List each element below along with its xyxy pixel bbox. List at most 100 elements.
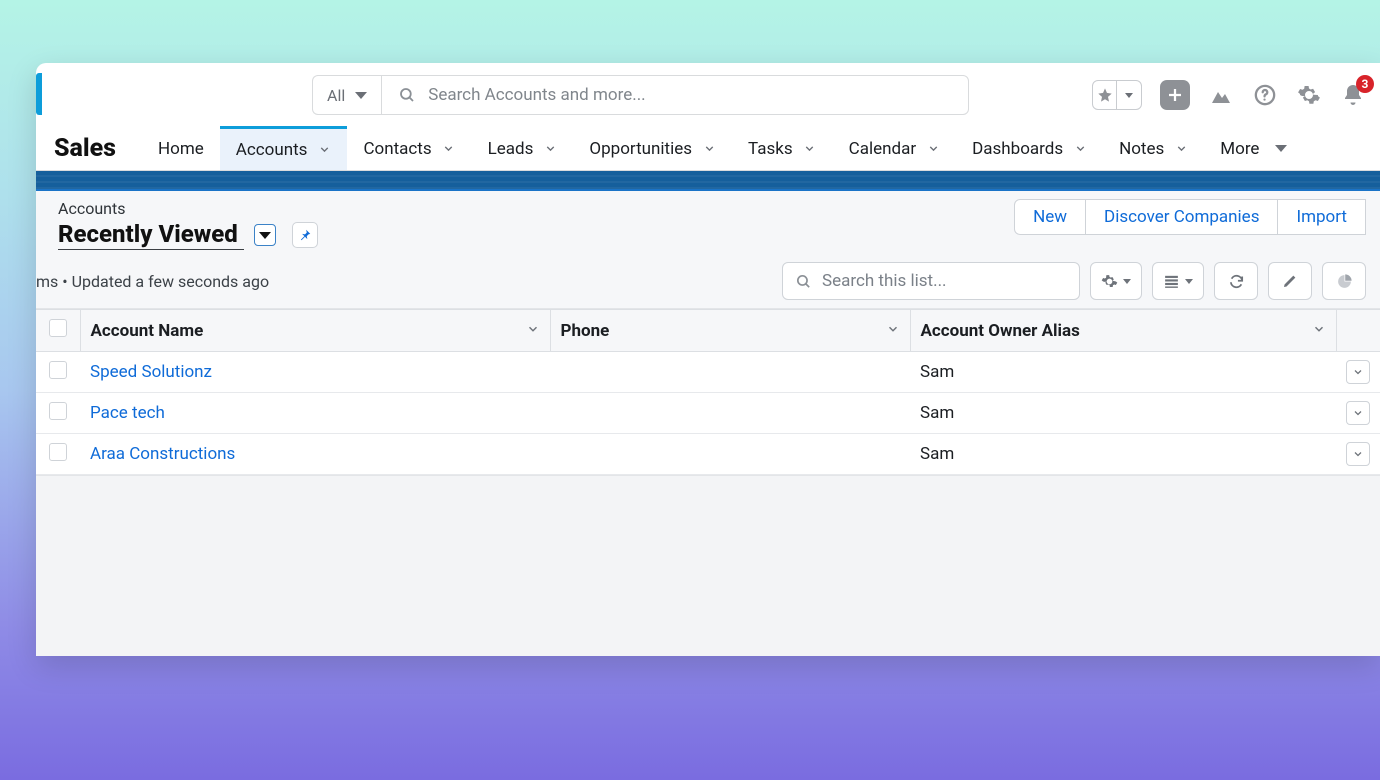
object-nav: Sales HomeAccountsContactsLeadsOpportuni… xyxy=(36,127,1380,171)
nav-tab-label: Tasks xyxy=(748,139,793,159)
col-label: Account Owner Alias xyxy=(921,321,1080,341)
account-link[interactable]: Speed Solutionz xyxy=(90,362,212,382)
pie-chart-icon xyxy=(1336,273,1353,290)
row-actions[interactable] xyxy=(1336,352,1380,393)
account-link[interactable]: Araa Constructions xyxy=(90,444,235,464)
col-phone[interactable]: Phone xyxy=(550,310,910,352)
row-actions[interactable] xyxy=(1336,434,1380,475)
list-view-name[interactable]: Recently Viewed xyxy=(58,220,244,250)
list-search-placeholder: Search this list... xyxy=(822,271,947,291)
nav-tab-label: Accounts xyxy=(236,140,308,160)
nav-more-label: More xyxy=(1220,139,1259,159)
search-icon xyxy=(398,86,416,104)
setup-button[interactable] xyxy=(1296,82,1322,108)
chevron-down-icon xyxy=(1346,360,1370,384)
nav-tab-notes[interactable]: Notes xyxy=(1103,127,1204,170)
global-search-input[interactable]: Search Accounts and more... xyxy=(381,75,969,115)
notifications-button[interactable]: 3 xyxy=(1340,82,1366,108)
row-actions[interactable] xyxy=(1336,393,1380,434)
chart-button[interactable] xyxy=(1322,262,1366,300)
checkbox-icon xyxy=(49,443,67,461)
col-label: Phone xyxy=(561,321,610,341)
list-view-picker[interactable] xyxy=(254,224,276,246)
cell-owner-alias: Sam xyxy=(910,393,1336,434)
table-row: Pace tech Sam xyxy=(36,393,1380,434)
table-icon xyxy=(1163,273,1180,290)
chevron-down-icon xyxy=(803,142,817,156)
trailhead-icon xyxy=(1209,83,1233,107)
nav-tab-home[interactable]: Home xyxy=(142,127,220,170)
list-header: Accounts Recently Viewed NewDiscover Com… xyxy=(36,191,1380,309)
chevron-down-icon xyxy=(1346,401,1370,425)
row-select[interactable] xyxy=(36,352,80,393)
refresh-button[interactable] xyxy=(1214,262,1258,300)
app-window: All Search Accounts and more... xyxy=(36,63,1380,656)
list-action-bar: NewDiscover CompaniesImport xyxy=(1014,199,1366,235)
list-settings-button[interactable] xyxy=(1090,262,1142,300)
caret-down-icon xyxy=(1123,279,1131,284)
gear-icon xyxy=(1101,273,1118,290)
chevron-down-icon xyxy=(1312,321,1326,341)
cell-account-name: Araa Constructions xyxy=(80,434,550,475)
pin-list-button[interactable] xyxy=(292,222,318,248)
question-icon xyxy=(1254,84,1276,106)
table-row: Speed Solutionz Sam xyxy=(36,352,1380,393)
caret-down-icon xyxy=(1125,93,1133,98)
caret-down-icon xyxy=(1185,279,1193,284)
nav-tab-label: Opportunities xyxy=(589,139,692,159)
chevron-down-icon xyxy=(926,142,940,156)
nav-tab-calendar[interactable]: Calendar xyxy=(833,127,956,170)
search-scope-dropdown[interactable]: All xyxy=(312,75,381,115)
action-new[interactable]: New xyxy=(1014,199,1086,235)
global-create-button[interactable] xyxy=(1160,80,1190,110)
account-link[interactable]: Pace tech xyxy=(90,403,165,423)
nav-tab-dashboards[interactable]: Dashboards xyxy=(956,127,1103,170)
inline-edit-button[interactable] xyxy=(1268,262,1312,300)
caret-down-icon xyxy=(1275,145,1287,152)
nav-tab-tasks[interactable]: Tasks xyxy=(732,127,833,170)
nav-tab-label: Home xyxy=(158,139,204,159)
chevron-down-icon xyxy=(1073,142,1087,156)
display-as-button[interactable] xyxy=(1152,262,1204,300)
caret-down-icon xyxy=(259,232,271,239)
grid-empty-area xyxy=(36,475,1380,656)
row-select[interactable] xyxy=(36,434,80,475)
chevron-down-icon xyxy=(543,142,557,156)
help-button[interactable] xyxy=(1252,82,1278,108)
table-row: Araa ConstructionsSam xyxy=(36,434,1380,475)
list-search-input[interactable]: Search this list... xyxy=(782,262,1080,300)
nav-tab-leads[interactable]: Leads xyxy=(472,127,574,170)
action-import[interactable]: Import xyxy=(1278,199,1366,235)
chevron-down-icon xyxy=(526,321,540,341)
col-owner-alias[interactable]: Account Owner Alias xyxy=(910,310,1336,352)
select-all-header[interactable] xyxy=(36,310,80,352)
checkbox-icon xyxy=(49,319,67,337)
col-row-actions xyxy=(1336,310,1380,352)
list-toolbar: Search this list... xyxy=(782,262,1366,300)
col-account-name[interactable]: Account Name xyxy=(80,310,550,352)
nav-tab-opportunities[interactable]: Opportunities xyxy=(573,127,732,170)
pin-icon xyxy=(298,228,312,242)
nav-tab-accounts[interactable]: Accounts xyxy=(220,126,348,170)
cell-phone xyxy=(550,434,910,475)
header-utility-icons: 3 xyxy=(1092,80,1366,110)
global-search-placeholder: Search Accounts and more... xyxy=(428,85,645,105)
nav-tab-contacts[interactable]: Contacts xyxy=(347,127,471,170)
notification-badge: 3 xyxy=(1356,75,1374,93)
context-ribbon xyxy=(36,171,1380,191)
nav-more[interactable]: More xyxy=(1204,127,1303,170)
cell-owner-alias: Sam xyxy=(910,352,1336,393)
nav-tab-label: Contacts xyxy=(363,139,431,159)
action-discover-companies[interactable]: Discover Companies xyxy=(1086,199,1278,235)
accounts-table: Account Name Phone Account Owner Alias S… xyxy=(36,309,1380,475)
cell-phone xyxy=(550,393,910,434)
row-select[interactable] xyxy=(36,393,80,434)
nav-tab-label: Calendar xyxy=(849,139,916,159)
chevron-down-icon xyxy=(1346,442,1370,466)
cell-account-name: Speed Solutionz xyxy=(80,352,550,393)
object-breadcrumb: Accounts xyxy=(58,199,1014,218)
pencil-icon xyxy=(1282,273,1298,289)
search-scope-label: All xyxy=(327,86,345,105)
favorites-button[interactable] xyxy=(1092,80,1142,110)
trailhead-button[interactable] xyxy=(1208,82,1234,108)
